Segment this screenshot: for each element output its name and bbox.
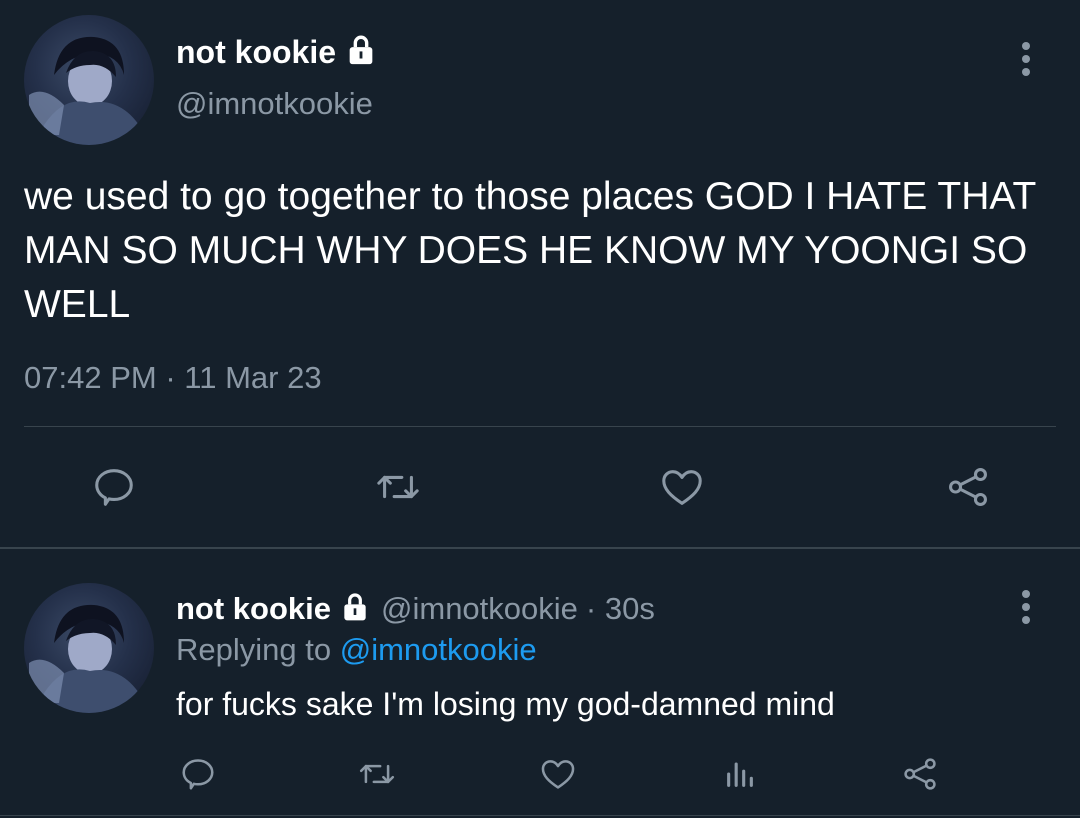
- avatar-image: [29, 604, 139, 713]
- replying-to-link[interactable]: @imnotkookie: [340, 632, 537, 667]
- author-line: not kookie: [176, 32, 378, 72]
- reply-icon[interactable]: [176, 752, 220, 796]
- avatar[interactable]: [24, 15, 154, 145]
- reply-icon[interactable]: [86, 462, 142, 512]
- retweet-icon[interactable]: [368, 462, 428, 512]
- more-options-icon[interactable]: [1010, 38, 1042, 80]
- replying-to-line: Replying to @imnotkookie: [176, 632, 537, 668]
- divider: [24, 426, 1056, 427]
- reply-display-name[interactable]: not kookie: [176, 591, 331, 627]
- handle[interactable]: @imnotkookie: [176, 86, 373, 122]
- replying-to-label: Replying to: [176, 632, 332, 667]
- share-icon[interactable]: [940, 462, 996, 512]
- share-icon[interactable]: [898, 752, 942, 796]
- reply-author-line: not kookie @imnotkookie · 30s: [176, 588, 655, 630]
- bottom-divider: [0, 815, 1080, 816]
- tweet-date: 11 Mar 23: [184, 360, 322, 395]
- like-icon[interactable]: [536, 752, 580, 796]
- reply-handle[interactable]: @imnotkookie: [381, 591, 578, 627]
- like-icon[interactable]: [654, 462, 710, 512]
- analytics-icon[interactable]: [718, 752, 762, 796]
- avatar-image: [29, 36, 139, 145]
- reply-age: · 30s: [585, 591, 655, 626]
- tweet-text: we used to go together to those places G…: [24, 175, 1036, 326]
- timestamp-separator: ·: [165, 360, 176, 395]
- retweet-icon[interactable]: [352, 752, 402, 796]
- reply-text: for fucks sake I'm losing my god-damned …: [176, 686, 835, 722]
- reply-more-options-icon[interactable]: [1010, 586, 1042, 628]
- display-name[interactable]: not kookie: [176, 34, 336, 71]
- lock-icon: [339, 591, 371, 628]
- reply-avatar[interactable]: [24, 583, 154, 713]
- tweet-separator: [0, 547, 1080, 549]
- timestamp[interactable]: 07:42 PM · 11 Mar 23: [24, 360, 322, 396]
- tweet-time: 07:42 PM: [24, 360, 157, 395]
- lock-icon: [344, 33, 378, 72]
